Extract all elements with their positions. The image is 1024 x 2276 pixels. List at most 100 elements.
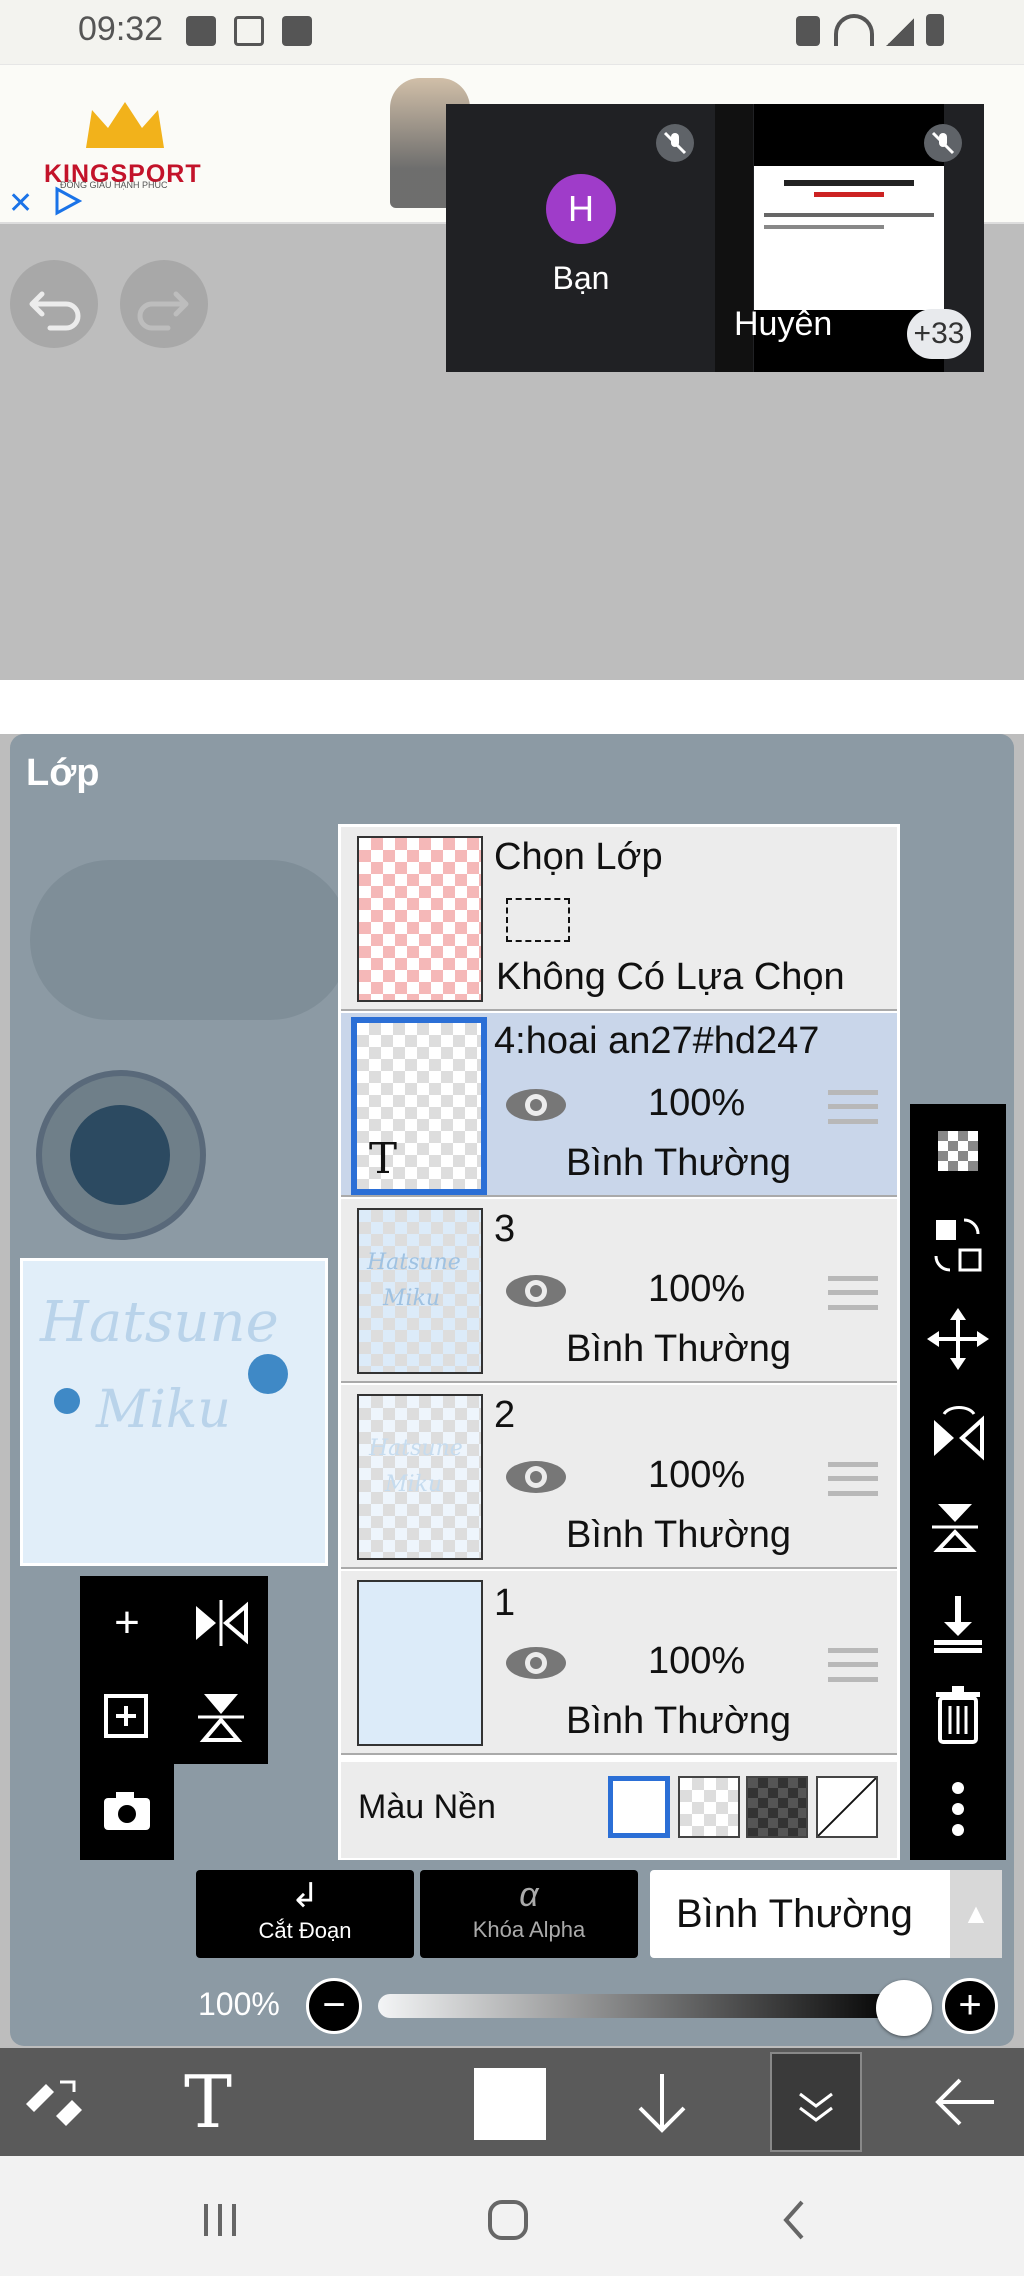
delete-layer-button[interactable]: [910, 1668, 1006, 1762]
layer-name: 4:hoai an27#hd247: [494, 1020, 820, 1062]
opacity-decrease-button[interactable]: −: [306, 1978, 362, 2034]
wifi-icon: [834, 14, 874, 46]
move-button[interactable]: [910, 1292, 1006, 1386]
clipping-label: Cắt Đoạn: [258, 1918, 352, 1943]
preview-bubble: [54, 1388, 80, 1414]
redo-button[interactable]: [120, 260, 208, 348]
drag-handle-icon[interactable]: [828, 1276, 878, 1310]
duplicate-layer-button[interactable]: [80, 1670, 174, 1764]
opacity-slider-knob[interactable]: [876, 1980, 932, 2036]
panel-background-art: [70, 1105, 170, 1205]
battery-icon: [926, 14, 944, 46]
brush-eraser-swap-button[interactable]: [12, 2060, 96, 2144]
canvas-divider: [0, 680, 1024, 734]
more-vertical-icon: [952, 1782, 964, 1836]
bg-swatch-white[interactable]: [608, 1776, 670, 1838]
presenter-label: Huyên: [734, 305, 833, 343]
selection-marquee-icon: [506, 898, 570, 942]
brush-eraser-icon: [26, 2080, 82, 2126]
layer-thumbnail: Hatsune Miku: [357, 1208, 483, 1374]
crown-icon: [86, 102, 164, 148]
drag-handle-icon[interactable]: [828, 1462, 878, 1496]
duplicate-icon: [104, 1694, 148, 1738]
swap-transform-button[interactable]: [910, 1198, 1006, 1292]
alpha-lock-icon: α: [519, 1876, 539, 1914]
flip-horizontal-button[interactable]: [174, 1576, 268, 1670]
opacity-increase-button[interactable]: +: [942, 1978, 998, 2034]
visibility-eye-icon[interactable]: [504, 1272, 568, 1310]
flip-horizontal-button[interactable]: [910, 1386, 1006, 1480]
layer-name: 3: [494, 1208, 516, 1250]
layer-name: 1: [494, 1582, 516, 1624]
download-arrow-button[interactable]: [620, 2060, 704, 2144]
text-layer-icon: T: [369, 1134, 398, 1183]
transparency-checker-button[interactable]: [910, 1104, 1006, 1198]
alpha-lock-label: Khóa Alpha: [472, 1917, 586, 1942]
layer-opacity: 100%: [648, 1640, 746, 1682]
chevron-left-icon: [783, 2200, 804, 2240]
flip-horizontal-icon: [934, 1405, 984, 1461]
preview-text: Hatsune: [40, 1290, 279, 1355]
ad-close-button[interactable]: ✕: [8, 186, 33, 221]
bg-swatch-dark-checker[interactable]: [746, 1776, 808, 1838]
gallery-icon: [186, 16, 216, 46]
layer-panel-toggle-button[interactable]: [770, 2052, 862, 2152]
layer-thumbnail: T: [351, 1017, 487, 1195]
chevron-up-icon[interactable]: ▲: [950, 1870, 1002, 1958]
select-layer-label: Chọn Lớp: [494, 836, 663, 878]
visibility-eye-icon[interactable]: [504, 1458, 568, 1496]
signal-icon: [886, 18, 914, 46]
camera-button[interactable]: [80, 1764, 174, 1858]
video-icon: [234, 16, 264, 46]
alpha-lock-button[interactable]: α Khóa Alpha: [420, 1870, 638, 1958]
participant-avatar[interactable]: H: [546, 174, 616, 244]
merge-down-button[interactable]: [910, 1574, 1006, 1668]
drag-handle-icon[interactable]: [828, 1648, 878, 1682]
add-layer-button[interactable]: +: [80, 1576, 174, 1670]
selection-status: Không Có Lựa Chọn: [496, 956, 845, 998]
shared-document: [754, 166, 944, 310]
system-back-button[interactable]: [766, 2190, 826, 2250]
recent-apps-button[interactable]: [190, 2190, 250, 2250]
layer-opacity: 100%: [648, 1454, 746, 1496]
blend-mode-value: Bình Thường: [676, 1892, 913, 1936]
more-options-button[interactable]: [910, 1762, 1006, 1856]
layer-blend-mode: Bình Thường: [566, 1328, 792, 1370]
flip-vertical-button[interactable]: [174, 1670, 268, 1764]
clip-arrow-icon: ↲: [290, 1877, 320, 1915]
back-button[interactable]: [924, 2060, 1008, 2144]
layer-thumbnail: [357, 1580, 483, 1746]
preview-bubble: [248, 1354, 288, 1394]
more-participants-badge[interactable]: +33: [907, 309, 971, 359]
self-participant-label: Bạn: [552, 260, 610, 296]
visibility-eye-icon[interactable]: [504, 1644, 568, 1682]
move-icon: [927, 1308, 989, 1370]
bg-swatch-transparent[interactable]: [678, 1776, 740, 1838]
visibility-eye-icon[interactable]: [504, 1086, 568, 1124]
bg-swatch-none[interactable]: [816, 1776, 878, 1838]
redo-icon: [137, 291, 189, 331]
clipping-button[interactable]: ↲ Cắt Đoạn: [196, 1870, 414, 1958]
text-tool-button[interactable]: T: [166, 2060, 250, 2144]
trash-icon: [936, 1686, 980, 1744]
mic-off-icon: [656, 124, 694, 162]
flip-vertical-icon: [198, 1694, 244, 1742]
color-swatch-button[interactable]: [474, 2068, 546, 2140]
layer-opacity: 100%: [648, 1082, 746, 1124]
flip-vertical-button[interactable]: [910, 1480, 1006, 1574]
opacity-slider[interactable]: [378, 1994, 902, 2018]
double-chevron-down-icon: [799, 2092, 833, 2122]
merge-down-icon: [934, 1596, 982, 1653]
camera-icon: [104, 1792, 150, 1830]
recent-apps-icon: [204, 2204, 236, 2236]
drag-handle-icon[interactable]: [828, 1090, 878, 1124]
undo-icon: [29, 291, 81, 331]
undo-button[interactable]: [10, 260, 98, 348]
layer-opacity: 100%: [648, 1268, 746, 1310]
panel-background-art: [30, 860, 350, 1020]
flip-horizontal-icon: [196, 1600, 248, 1646]
recycle-icon: [796, 16, 820, 46]
background-color-label: Màu Nền: [358, 1788, 496, 1826]
home-button[interactable]: [478, 2190, 538, 2250]
ad-choices-icon[interactable]: [52, 186, 82, 216]
